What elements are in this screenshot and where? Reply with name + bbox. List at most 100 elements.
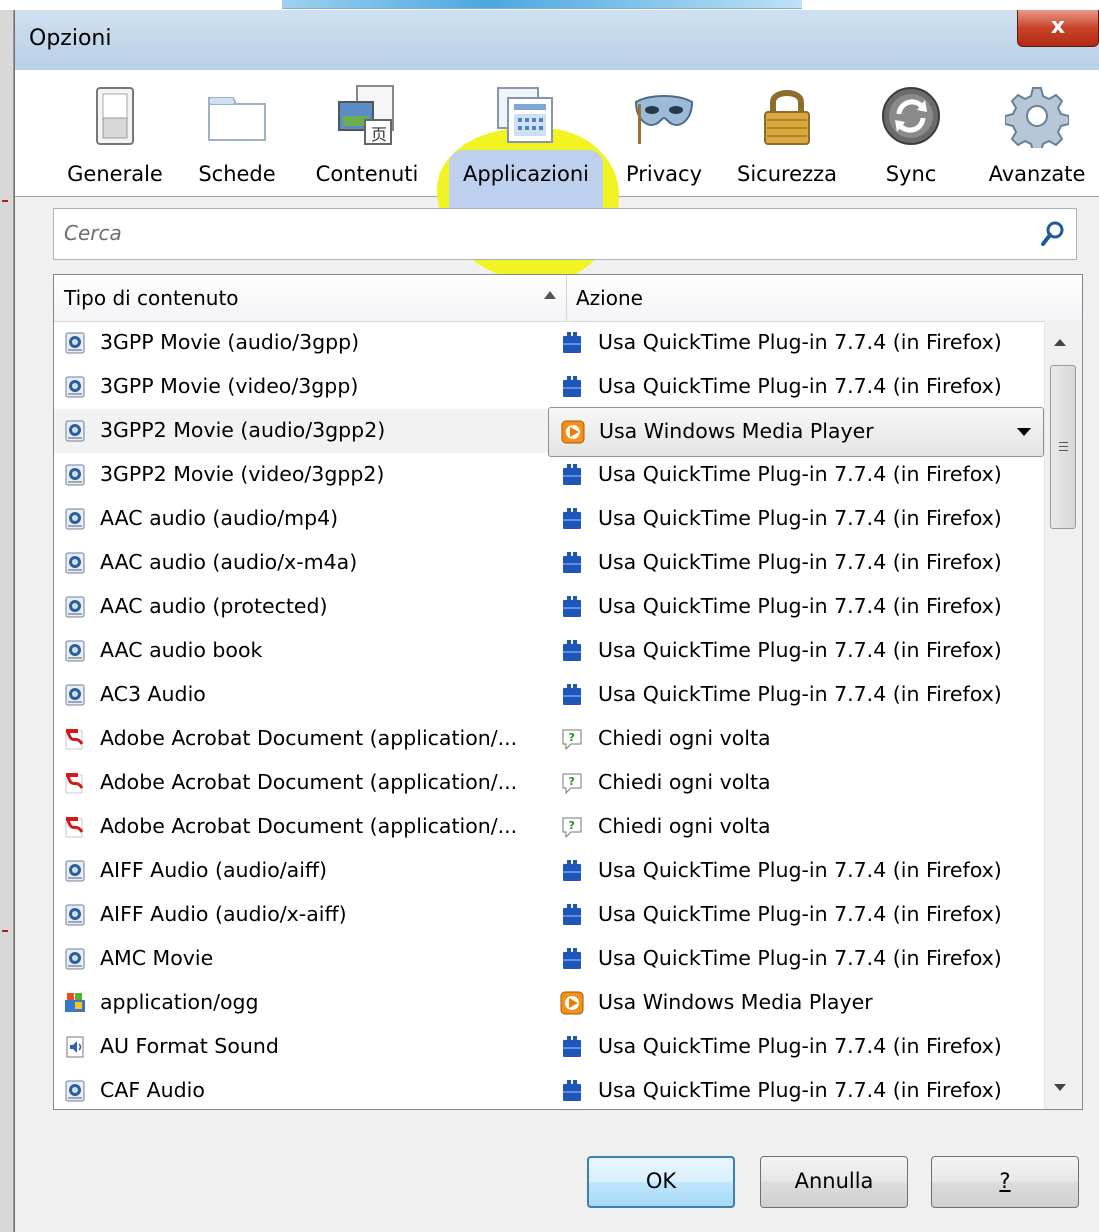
tab-privacy[interactable]: Privacy (615, 70, 713, 196)
table-row[interactable]: 3GPP2 Movie (video/3gpp2) Usa QuickTime P… (54, 453, 1044, 497)
padlock-icon (764, 90, 810, 145)
quicktime-icon (64, 684, 86, 706)
scrollbar-thumb[interactable] (1050, 365, 1076, 529)
quicktime-icon (64, 1080, 86, 1102)
content-type-label: 3GPP Movie (video/3gpp) (100, 374, 359, 398)
action-label: Usa QuickTime Plug-in 7.7.4 (in Firefox) (598, 682, 1002, 706)
scroll-up-arrow-icon[interactable] (1054, 339, 1066, 346)
tab-label: Avanzate (988, 162, 1086, 186)
action-label: Usa QuickTime Plug-in 7.7.4 (in Firefox) (598, 1078, 1002, 1102)
content-type-label: AAC audio (audio/x-m4a) (100, 550, 358, 574)
table-row[interactable]: CAF Audio Usa QuickTime Plug-in 7.7.4 (in… (54, 1069, 1044, 1109)
content-type-label: Adobe Acrobat Document (application/... (100, 726, 518, 750)
action-label: Usa QuickTime Plug-in 7.7.4 (in Firefox) (598, 330, 1002, 354)
tab-avanzate[interactable]: Avanzate (981, 70, 1093, 196)
table-row[interactable]: AMC Movie Usa QuickTime Plug-in 7.7.4 (in… (54, 937, 1044, 981)
tab-sync[interactable]: Sync (867, 70, 955, 196)
action-dropdown[interactable]: Usa Windows Media Player (548, 407, 1044, 457)
action-label: Usa QuickTime Plug-in 7.7.4 (in Firefox) (598, 506, 1002, 530)
title-bar[interactable]: Opzioni x (15, 10, 1099, 70)
table-row[interactable]: application/ogg Usa Windows Media Player (54, 981, 1044, 1025)
tab-label: Schede (198, 162, 276, 186)
background-window-edge (0, 10, 14, 1232)
help-button[interactable]: ? (931, 1156, 1079, 1208)
edge-tick (2, 930, 8, 932)
tab-applicazioni[interactable]: Applicazioni (451, 70, 601, 196)
table-row[interactable]: 3GPP Movie (audio/3gpp) Usa QuickTime Plu… (54, 321, 1044, 365)
table-row[interactable]: AAC audio book Usa QuickTime Plug-in 7.7.… (54, 629, 1044, 673)
tab-label: Contenuti (315, 162, 419, 186)
table-row[interactable]: Adobe Acrobat Document (application/...?… (54, 717, 1044, 761)
scroll-down-arrow-icon[interactable] (1054, 1084, 1066, 1091)
svg-text:?: ? (569, 731, 575, 744)
table-row[interactable]: Adobe Acrobat Document (application/...?… (54, 805, 1044, 849)
content-type-label: 3GPP Movie (audio/3gpp) (100, 330, 360, 354)
content-types-table: Tipo di contenuto Azione 3GPP Movie (aud… (53, 274, 1083, 1110)
table-row[interactable]: AAC audio (protected) Usa QuickTime Plug-… (54, 585, 1044, 629)
tab-contenuti[interactable]: 页 Contenuti (309, 70, 425, 196)
media-player-icon (560, 991, 584, 1015)
quicktime-icon (64, 552, 86, 574)
sound-file-icon (64, 1036, 86, 1058)
mask-icon (634, 95, 694, 144)
table-row[interactable]: AC3 Audio Usa QuickTime Plug-in 7.7.4 (in… (54, 673, 1044, 717)
cancel-button[interactable]: Annulla (760, 1156, 908, 1208)
table-row[interactable]: AU Format Sound Usa QuickTime Plug-in 7.7… (54, 1025, 1044, 1069)
plugin-icon (560, 331, 584, 355)
tab-label: Sync (885, 162, 937, 186)
applications-icon (497, 87, 553, 143)
content-type-label: AIFF Audio (audio/aiff) (100, 858, 328, 882)
table-row[interactable]: AIFF Audio (audio/aiff) Usa QuickTime Plu… (54, 849, 1044, 893)
table-row[interactable]: 3GPP Movie (video/3gpp) Usa QuickTime Plu… (54, 365, 1044, 409)
table-row[interactable]: 3GPP2 Movie (audio/3gpp2) Usa Windows Med… (54, 407, 1044, 457)
dialog-title: Opzioni (29, 26, 112, 51)
plugin-icon (560, 639, 584, 663)
ask-icon: ? (560, 771, 584, 795)
action-label: Chiedi ogni volta (598, 726, 771, 750)
table-body: 3GPP Movie (audio/3gpp) Usa QuickTime Plu… (54, 321, 1044, 1109)
action-label: Usa QuickTime Plug-in 7.7.4 (in Firefox) (598, 462, 1002, 486)
search-icon[interactable] (1038, 219, 1068, 249)
content-type-label: AAC audio book (100, 638, 263, 662)
switch-icon (96, 87, 134, 145)
plugin-icon (560, 1035, 584, 1059)
column-header-action[interactable]: Azione (576, 286, 643, 310)
table-row[interactable]: Adobe Acrobat Document (application/...?… (54, 761, 1044, 805)
action-label: Usa QuickTime Plug-in 7.7.4 (in Firefox) (598, 902, 1002, 926)
table-row[interactable]: AAC audio (audio/x-m4a) Usa QuickTime Plu… (54, 541, 1044, 585)
quicktime-icon (64, 376, 86, 398)
content-type-label: application/ogg (100, 990, 259, 1014)
column-header-type[interactable]: Tipo di contenuto (64, 286, 239, 310)
tab-generale[interactable]: Generale (65, 70, 165, 196)
close-button[interactable]: x (1017, 10, 1099, 47)
action-label: Chiedi ogni volta (598, 814, 771, 838)
ask-icon: ? (560, 815, 584, 839)
action-label: Usa Windows Media Player (598, 990, 873, 1014)
table-row[interactable]: AIFF Audio (audio/x-aiff) Usa QuickTime P… (54, 893, 1044, 937)
tab-sicurezza[interactable]: Sicurezza (731, 70, 843, 196)
table-row[interactable]: AAC audio (audio/mp4) Usa QuickTime Plug-… (54, 497, 1044, 541)
quicktime-icon (64, 332, 86, 354)
action-label: Usa QuickTime Plug-in 7.7.4 (in Firefox) (598, 594, 1002, 618)
plugin-icon (560, 1079, 584, 1103)
action-label: Usa QuickTime Plug-in 7.7.4 (in Firefox) (598, 858, 1002, 882)
content-type-label: Adobe Acrobat Document (application/... (100, 814, 518, 838)
content-type-label: AIFF Audio (audio/x-aiff) (100, 902, 347, 926)
content-type-label: AU Format Sound (100, 1034, 279, 1058)
ok-button[interactable]: OK (587, 1156, 735, 1208)
column-divider[interactable] (566, 275, 567, 321)
quicktime-icon (64, 640, 86, 662)
svg-text:页: 页 (371, 125, 387, 144)
media-player-icon (561, 420, 585, 444)
tab-schede[interactable]: Schede (187, 70, 287, 196)
tab-label: Privacy (625, 162, 703, 186)
tab-label: Generale (67, 162, 163, 186)
vertical-scrollbar[interactable] (1044, 321, 1082, 1109)
search-field[interactable]: Cerca (53, 208, 1077, 260)
grip-icon (1059, 442, 1068, 443)
table-header: Tipo di contenuto Azione (54, 275, 1082, 322)
ask-icon: ? (560, 727, 584, 751)
quicktime-icon (64, 508, 86, 530)
dropdown-arrow-icon[interactable] (1017, 428, 1031, 436)
action-label: Usa QuickTime Plug-in 7.7.4 (in Firefox) (598, 374, 1002, 398)
